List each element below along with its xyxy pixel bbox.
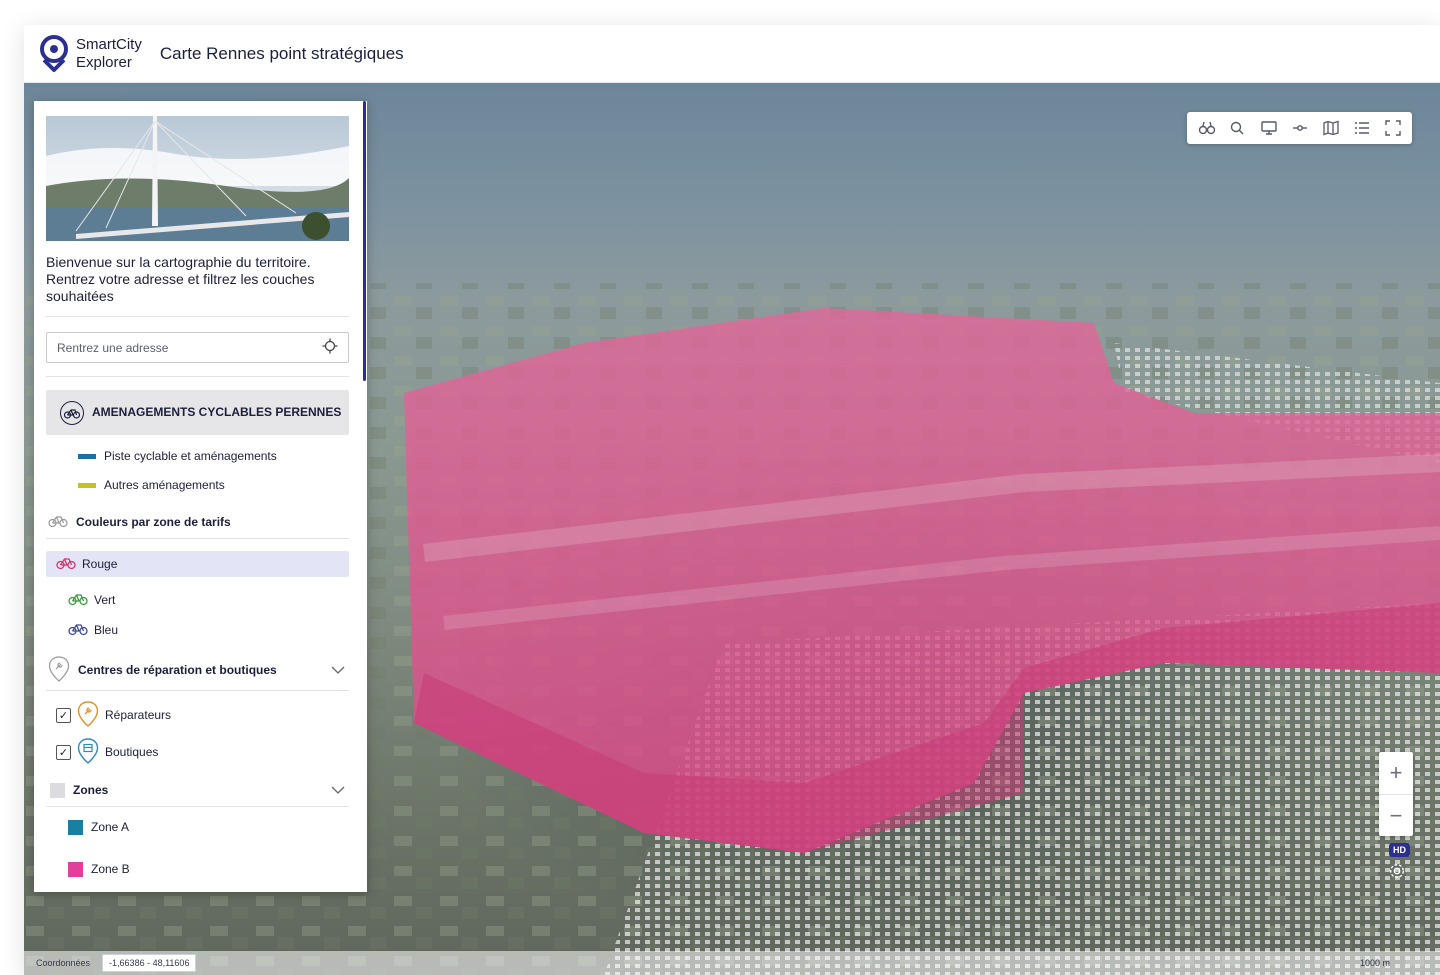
repair-item-boutiques[interactable]: ✓ Boutiques [46,737,349,767]
zoom-control: + − [1379,752,1413,836]
legend-item-autres[interactable]: Autres aménagements [46,476,349,494]
hero-image [46,116,349,241]
zones-swatch [50,782,65,798]
zone-label: Zone A [91,820,130,834]
bicycle-icon [68,622,88,639]
search-placeholder: Rentrez une adresse [57,340,169,355]
repair-label: Boutiques [105,745,159,759]
fullscreen-icon[interactable] [1379,116,1406,140]
tarif-item-bleu[interactable]: Bleu [46,620,349,640]
chevron-down-icon[interactable] [331,663,345,677]
shop-pin-icon [77,737,99,767]
top-bar: SmartCity Explorer Carte Rennes point st… [24,25,1440,83]
wrench-pin-icon [48,655,70,685]
logo[interactable]: SmartCity Explorer [38,34,142,73]
tarif-item-rouge[interactable]: Rouge [46,551,349,577]
checkbox[interactable]: ✓ [56,707,71,723]
hd-badge[interactable]: HD [1389,843,1410,857]
zone-swatch [68,861,83,877]
scale-label: 1000 m [1359,958,1390,968]
layer-label: Couleurs par zone de tarifs [76,515,231,529]
legend-item-piste[interactable]: Piste cyclable et aménagements [46,447,349,465]
tarif-item-vert[interactable]: Vert [46,590,349,610]
map-toolbar [1187,112,1412,144]
search-icon[interactable] [1224,116,1251,140]
coordinates-label: Coordonnées [36,958,91,968]
divider [46,538,349,539]
zoom-out-button[interactable]: − [1379,794,1413,836]
welcome-text: Bienvenue sur la cartographie du territo… [46,254,315,304]
repair-item-reparateurs[interactable]: ✓ Réparateurs [46,700,349,730]
layer-repair-shops[interactable]: Centres de réparation et boutiques [46,655,349,685]
coordinates-value: -1,66386 - 48,11606 [102,954,197,972]
map-icon[interactable] [1317,116,1344,140]
app-window: SmartCity Explorer Carte Rennes point st… [24,25,1440,975]
layer-label: Centres de réparation et boutiques [78,663,277,677]
layers-panel: Bienvenue sur la cartographie du territo… [34,101,367,892]
divider [46,806,349,807]
zone-swatch [68,819,83,835]
brand-name: SmartCity Explorer [76,36,142,72]
gear-icon[interactable] [1384,858,1410,884]
bicycle-icon [48,514,68,531]
locate-icon[interactable] [322,338,338,357]
group-cycle-label: AMENAGEMENTS CYCLABLES PERENNES [92,405,342,419]
layer-zones[interactable]: Zones [46,778,349,802]
tarif-label: Rouge [82,557,118,571]
legend-label: Piste cyclable et aménagements [104,449,277,463]
zoom-in-button[interactable]: + [1379,752,1413,794]
screen-icon[interactable] [1255,116,1282,140]
layer-label: Zones [73,783,109,797]
legend-swatch [78,482,96,488]
zone-item-b[interactable]: Zone B [46,858,349,880]
legend-swatch [78,453,96,459]
line-measure-icon[interactable] [1286,116,1313,140]
divider [46,690,349,691]
location-pin-icon [40,34,68,72]
wrench-pin-icon [77,700,99,730]
tarif-label: Bleu [94,623,119,637]
checkbox[interactable]: ✓ [56,744,71,760]
layer-tarif-zone[interactable]: Couleurs par zone de tarifs [46,511,349,533]
list-icon[interactable] [1348,116,1375,140]
page-title: Carte Rennes point stratégiques [159,43,404,63]
group-cycle-paths[interactable]: AMENAGEMENTS CYCLABLES PERENNES [46,390,349,435]
brand-line-1: SmartCity [76,35,142,53]
repair-label: Réparateurs [105,708,172,722]
status-bar: Coordonnées -1,66386 - 48,11606 1000 m [24,951,1440,975]
divider [46,316,349,317]
legend-label: Autres aménagements [104,478,225,492]
zone-label: Zone B [91,862,130,876]
bicycle-icon [68,592,88,609]
chevron-down-icon[interactable] [331,783,345,797]
bicycle-icon [56,556,76,573]
tarif-label: Vert [94,593,116,607]
address-search-input[interactable]: Rentrez une adresse [46,332,349,363]
zone-item-a[interactable]: Zone A [46,816,349,838]
bicycle-icon [60,400,84,425]
binoculars-icon[interactable] [1193,116,1220,140]
divider [46,376,349,377]
brand-line-2: Explorer [76,53,132,71]
panel-scrollbar[interactable] [363,101,366,381]
